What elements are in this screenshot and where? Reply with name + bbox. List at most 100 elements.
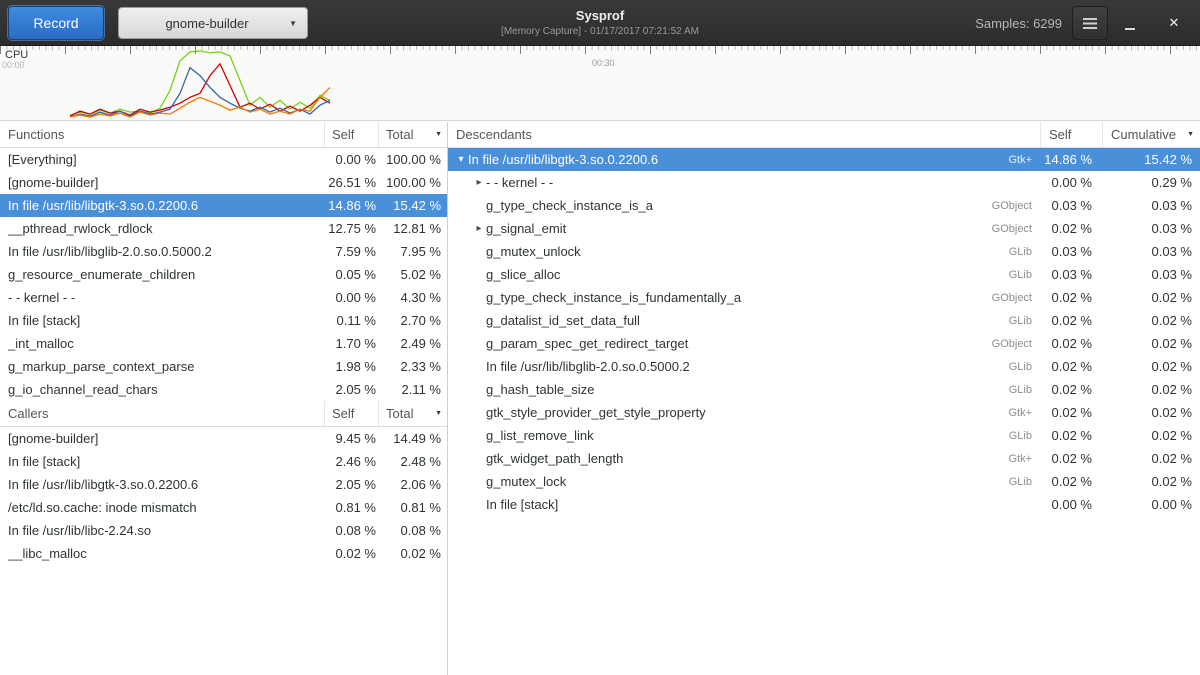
cell-self: 0.02 %	[1040, 290, 1102, 305]
menu-button[interactable]	[1072, 6, 1108, 40]
table-row[interactable]: In file [stack]0.00 %0.00 %	[448, 493, 1200, 516]
chevron-down-icon: ▼	[289, 19, 297, 28]
cell-function: g_slice_allocGLib	[448, 267, 1040, 282]
cell-cumulative: 0.03 %	[1102, 267, 1200, 282]
table-row[interactable]: gtk_style_provider_get_style_propertyGtk…	[448, 401, 1200, 424]
table-row[interactable]: [gnome-builder]9.45 %14.49 %	[0, 427, 447, 450]
expander-icon[interactable]: ▸	[472, 223, 486, 234]
cell-self: 0.00 %	[324, 290, 378, 305]
function-name: gtk_style_provider_get_style_property	[486, 405, 706, 420]
cell-cumulative: 0.29 %	[1102, 175, 1200, 190]
record-button[interactable]: Record	[8, 6, 104, 40]
table-row[interactable]: g_markup_parse_context_parse1.98 %2.33 %	[0, 355, 447, 378]
cell-self: 0.02 %	[1040, 221, 1102, 236]
table-row[interactable]: _int_malloc1.70 %2.49 %	[0, 332, 447, 355]
functions-table: [Everything]0.00 %100.00 %[gnome-builder…	[0, 148, 447, 401]
table-row[interactable]: g_type_check_instance_is_aGObject0.03 %0…	[448, 194, 1200, 217]
cell-cumulative: 0.03 %	[1102, 244, 1200, 259]
cell-function: g_io_channel_read_chars	[0, 382, 324, 397]
table-row[interactable]: gtk_widget_path_lengthGtk+0.02 %0.02 %	[448, 447, 1200, 470]
table-row[interactable]: g_param_spec_get_redirect_targetGObject0…	[448, 332, 1200, 355]
cell-self: 0.03 %	[1040, 267, 1102, 282]
library-tag: Gtk+	[1008, 453, 1040, 465]
table-row[interactable]: g_io_channel_read_chars2.05 %2.11 %	[0, 378, 447, 401]
table-row[interactable]: __libc_malloc0.02 %0.02 %	[0, 542, 447, 565]
table-row[interactable]: g_mutex_unlockGLib0.03 %0.03 %	[448, 240, 1200, 263]
close-button[interactable]: ✕	[1152, 0, 1196, 46]
cell-function: In file [stack]	[448, 497, 1040, 512]
cell-function: g_type_check_instance_is_aGObject	[448, 198, 1040, 213]
app-selector-dropdown[interactable]: gnome-builder ▼	[118, 7, 308, 39]
table-row[interactable]: In file /usr/lib/libgtk-3.so.0.2200.614.…	[0, 194, 447, 217]
cell-cumulative: 0.02 %	[1102, 474, 1200, 489]
table-row[interactable]: In file [stack]0.11 %2.70 %	[0, 309, 447, 332]
column-header-self[interactable]: Self	[324, 122, 378, 147]
expander-icon[interactable]: ▸	[472, 177, 486, 188]
table-row[interactable]: __pthread_rwlock_rdlock12.75 %12.81 %	[0, 217, 447, 240]
column-header-descendants[interactable]: Descendants	[448, 122, 1040, 147]
table-row[interactable]: g_slice_allocGLib0.03 %0.03 %	[448, 263, 1200, 286]
table-row[interactable]: g_mutex_lockGLib0.02 %0.02 %	[448, 470, 1200, 493]
left-pane: Functions Self Total ▼ [Everything]0.00 …	[0, 122, 448, 675]
cell-self: 0.00 %	[1040, 497, 1102, 512]
table-row[interactable]: /etc/ld.so.cache: inode mismatch0.81 %0.…	[0, 496, 447, 519]
cell-function: g_markup_parse_context_parse	[0, 359, 324, 374]
cell-function: In file /usr/lib/libgtk-3.so.0.2200.6	[0, 198, 324, 213]
cell-self: 0.02 %	[1040, 382, 1102, 397]
table-row[interactable]: In file /usr/lib/libgtk-3.so.0.2200.62.0…	[0, 473, 447, 496]
library-tag: GLib	[1009, 476, 1040, 488]
function-name: In file /usr/lib/libgtk-3.so.0.2200.6	[468, 152, 658, 167]
cell-cumulative: 0.03 %	[1102, 221, 1200, 236]
function-name: g_list_remove_link	[486, 428, 594, 443]
cell-function: [Everything]	[0, 152, 324, 167]
table-row[interactable]: [Everything]0.00 %100.00 %	[0, 148, 447, 171]
column-header-total[interactable]: Total ▼	[378, 401, 447, 426]
timeline-mid-label: 00:30	[592, 58, 615, 68]
cell-function: g_param_spec_get_redirect_targetGObject	[448, 336, 1040, 351]
table-row[interactable]: g_type_check_instance_is_fundamentally_a…	[448, 286, 1200, 309]
table-row[interactable]: g_hash_table_sizeGLib0.02 %0.02 %	[448, 378, 1200, 401]
column-header-total[interactable]: Total ▼	[378, 122, 447, 147]
function-name: In file /usr/lib/libglib-2.0.so.0.5000.2	[486, 359, 690, 374]
table-row[interactable]: g_datalist_id_set_data_fullGLib0.02 %0.0…	[448, 309, 1200, 332]
cell-function: - - kernel - -	[0, 290, 324, 305]
record-button-label: Record	[33, 15, 78, 31]
cell-function: __pthread_rwlock_rdlock	[0, 221, 324, 236]
cell-self: 0.11 %	[324, 313, 378, 328]
table-row[interactable]: In file [stack]2.46 %2.48 %	[0, 450, 447, 473]
table-row[interactable]: ▾In file /usr/lib/libgtk-3.so.0.2200.6Gt…	[448, 148, 1200, 171]
cell-function: In file /usr/lib/libc-2.24.so	[0, 523, 324, 538]
table-row[interactable]: [gnome-builder]26.51 %100.00 %	[0, 171, 447, 194]
cpu-graph[interactable]: CPU 00:00 00:30	[0, 46, 1200, 121]
column-header-callers[interactable]: Callers	[0, 401, 324, 426]
table-row[interactable]: g_list_remove_linkGLib0.02 %0.02 %	[448, 424, 1200, 447]
cell-function: gtk_style_provider_get_style_propertyGtk…	[448, 405, 1040, 420]
table-row[interactable]: g_resource_enumerate_children0.05 %5.02 …	[0, 263, 447, 286]
cell-function: g_resource_enumerate_children	[0, 267, 324, 282]
cpu-green-series	[70, 51, 330, 115]
table-row[interactable]: ▸- - kernel - -0.00 %0.29 %	[448, 171, 1200, 194]
column-header-cumulative-label: Cumulative	[1111, 127, 1176, 142]
cell-function: g_mutex_lockGLib	[448, 474, 1040, 489]
cell-self: 0.02 %	[1040, 474, 1102, 489]
hamburger-icon	[1083, 18, 1097, 29]
column-header-self[interactable]: Self	[324, 401, 378, 426]
table-row[interactable]: In file /usr/lib/libc-2.24.so0.08 %0.08 …	[0, 519, 447, 542]
minimize-button[interactable]	[1108, 0, 1152, 46]
column-header-self[interactable]: Self	[1040, 122, 1102, 147]
column-header-functions[interactable]: Functions	[0, 122, 324, 147]
library-tag: GLib	[1009, 315, 1040, 327]
function-name: g_signal_emit	[486, 221, 566, 236]
app-selector-value: gnome-builder	[165, 16, 248, 31]
cell-cumulative: 0.02 %	[1102, 382, 1200, 397]
table-row[interactable]: In file /usr/lib/libglib-2.0.so.0.5000.2…	[0, 240, 447, 263]
function-name: g_mutex_unlock	[486, 244, 581, 259]
cell-self: 0.02 %	[1040, 428, 1102, 443]
cell-self: 2.46 %	[324, 454, 378, 469]
table-row[interactable]: - - kernel - -0.00 %4.30 %	[0, 286, 447, 309]
cell-function: [gnome-builder]	[0, 431, 324, 446]
table-row[interactable]: ▸g_signal_emitGObject0.02 %0.03 %	[448, 217, 1200, 240]
expander-icon[interactable]: ▾	[454, 154, 468, 165]
column-header-cumulative[interactable]: Cumulative ▼	[1102, 122, 1200, 147]
table-row[interactable]: In file /usr/lib/libglib-2.0.so.0.5000.2…	[448, 355, 1200, 378]
